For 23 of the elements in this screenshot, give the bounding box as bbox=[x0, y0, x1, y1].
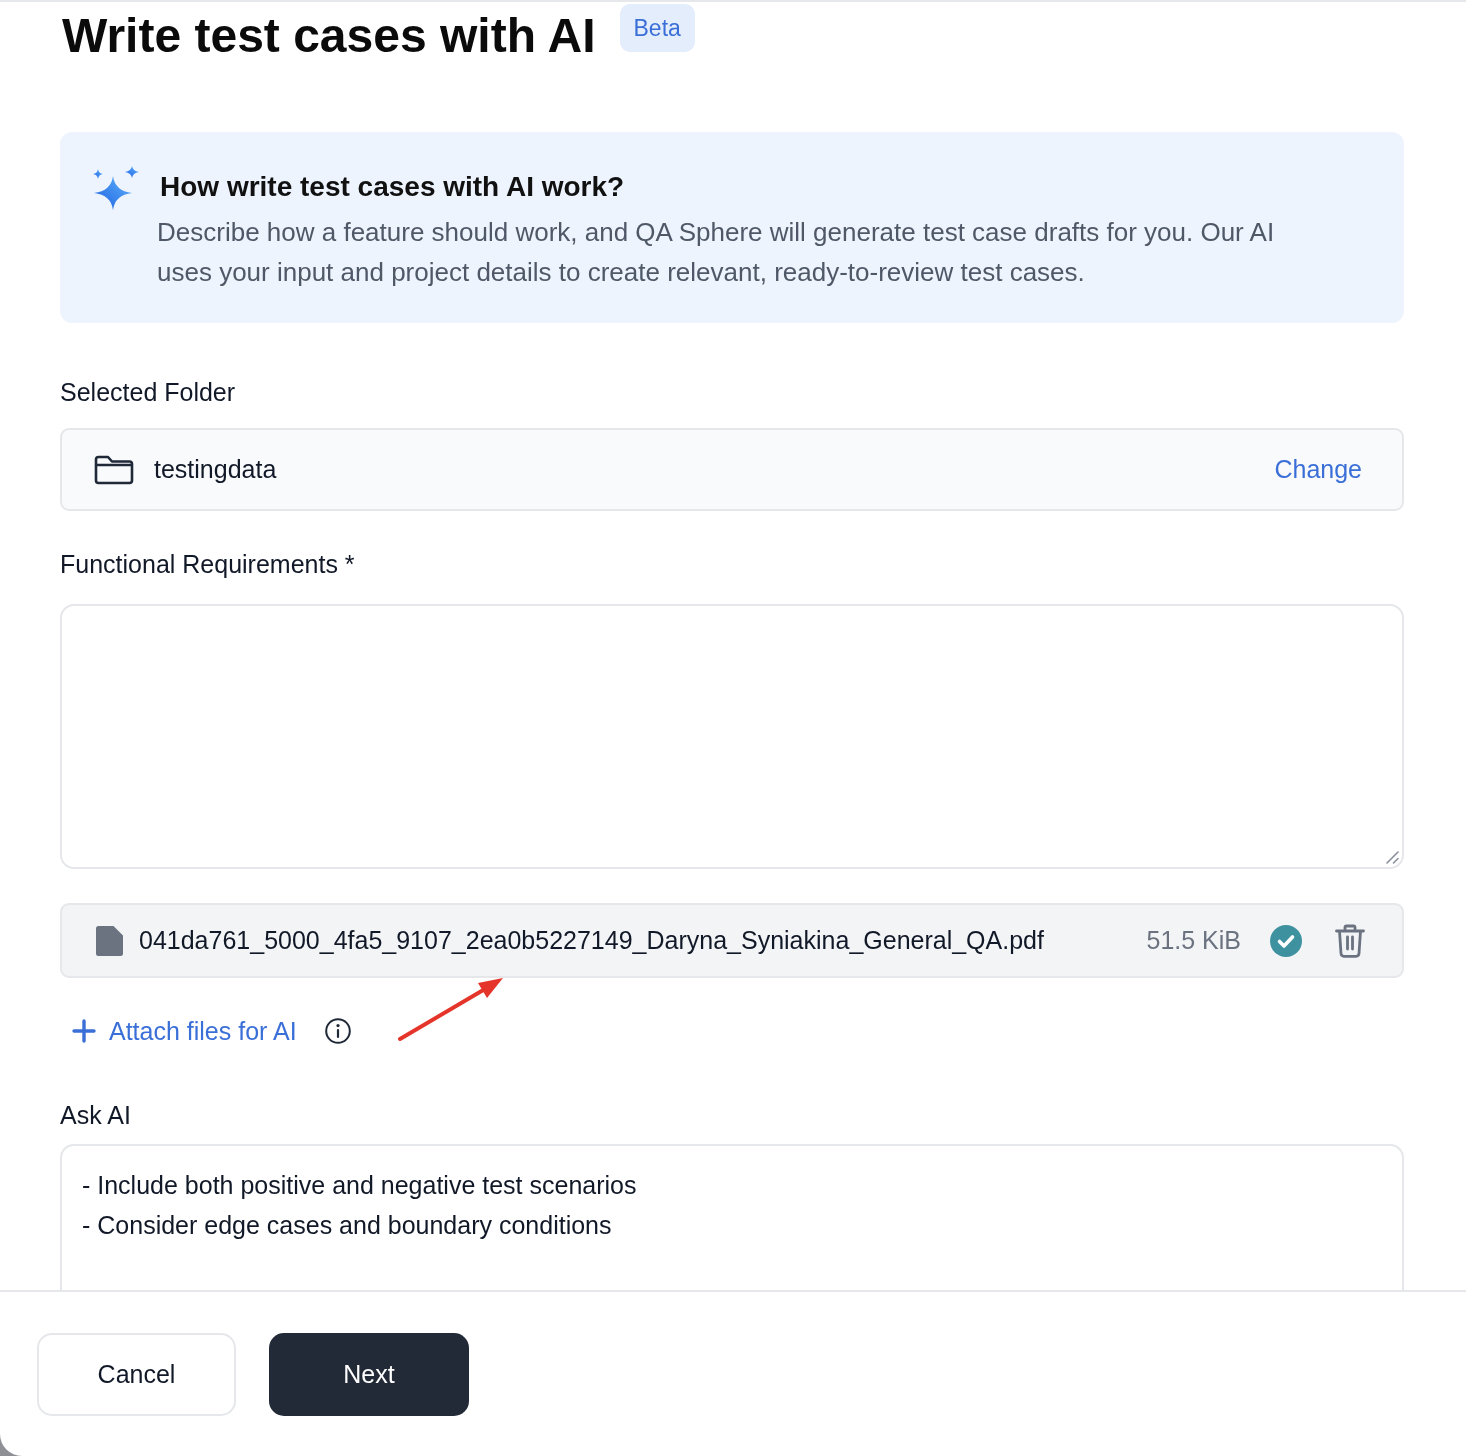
file-icon bbox=[96, 925, 123, 956]
folder-icon bbox=[94, 454, 134, 485]
delete-icon[interactable] bbox=[1335, 923, 1365, 958]
beta-badge: Beta bbox=[619, 4, 695, 52]
attach-files-button[interactable]: Attach files for AI bbox=[72, 1015, 297, 1047]
page-title: Write test cases with AI bbox=[62, 8, 596, 64]
field-label: Functional Requirements * bbox=[60, 549, 356, 580]
info-icon[interactable] bbox=[324, 1018, 351, 1044]
folder-name: testingdata bbox=[154, 455, 278, 484]
info-heading: How write test cases with AI work? bbox=[160, 170, 626, 204]
ask-ai-field[interactable]: - Include both positive and negative test scenarios - Consider edge cases and boundary conditions bbox=[60, 1144, 1404, 1290]
sparkle-icon bbox=[92, 166, 140, 210]
field-label: Ask AI bbox=[60, 1100, 132, 1131]
field-label: Selected Folder bbox=[60, 377, 237, 408]
file-size: 51.5 KiB bbox=[1146, 926, 1241, 955]
cancel-button[interactable]: Cancel bbox=[37, 1333, 236, 1416]
info-description: Describe how a feature should work, and QA Sphere will generate test case drafts for you. Our AI uses your input and project details to create relevant, ready-to-review test cases. bbox=[157, 216, 1276, 289]
next-button[interactable]: Next bbox=[269, 1333, 469, 1416]
plus-icon bbox=[72, 1019, 96, 1043]
functional-requirements-field[interactable] bbox=[60, 604, 1404, 869]
file-name: 041da761_5000_4fa5_9107_2ea0b5227149_Daryna_Syniakina_General_QA.pdf bbox=[139, 926, 1045, 955]
change-link[interactable]: Change bbox=[1274, 455, 1362, 484]
resize-handle-icon[interactable] bbox=[1385, 850, 1399, 864]
